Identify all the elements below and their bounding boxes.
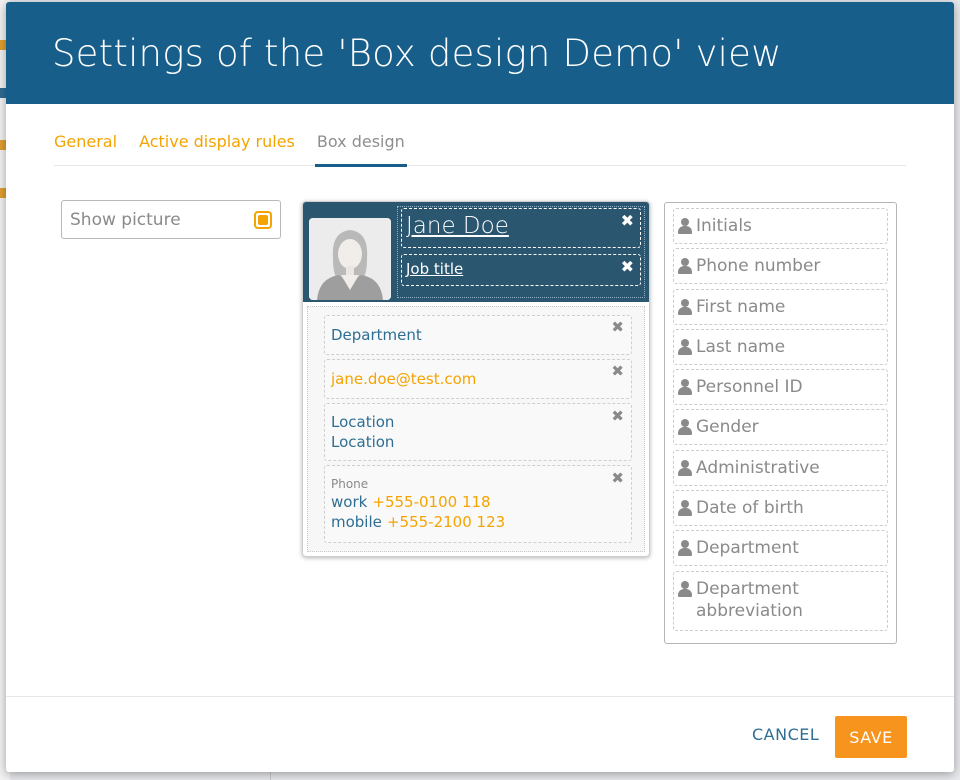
field-item-administrative[interactable]: Administrative	[673, 449, 888, 486]
field-item-label: Personnel ID	[696, 377, 803, 398]
field-item-label: Initials	[696, 216, 752, 236]
phone-label: Phone	[331, 477, 369, 491]
field-item-label: Date of birth	[696, 498, 804, 519]
location-line: Location	[331, 413, 395, 431]
remove-icon[interactable]: ✖	[611, 468, 624, 488]
remove-icon[interactable]: ✖	[621, 211, 634, 230]
person-icon	[678, 379, 692, 396]
tab-general[interactable]: General	[54, 120, 117, 166]
mobile-number[interactable]: +555-2100 123	[387, 513, 505, 531]
job-title-text: Job title	[406, 260, 464, 278]
email-text: jane.doe@test.com	[331, 370, 477, 388]
dialog-footer: CANCEL SAVE	[6, 696, 954, 772]
work-number[interactable]: +555-0100 118	[372, 493, 490, 511]
field-item-date-of-birth[interactable]: Date of birth	[673, 490, 888, 527]
remove-icon[interactable]: ✖	[611, 318, 624, 336]
dialog-header: Settings of the 'Box design Demo' view	[6, 2, 954, 104]
remove-icon[interactable]: ✖	[621, 257, 634, 276]
show-picture-toggle[interactable]: Show picture	[61, 200, 281, 239]
field-item-label: First name	[696, 296, 786, 317]
tab-bar: General Active display rules Box design	[54, 120, 906, 167]
remove-icon[interactable]: ✖	[611, 362, 624, 380]
person-icon	[678, 419, 692, 436]
person-icon	[678, 580, 692, 597]
department-text: Department	[331, 326, 422, 344]
mobile-label: mobile	[331, 513, 382, 531]
field-item-initials[interactable]: Initials	[673, 208, 888, 244]
show-picture-checkbox[interactable]	[254, 210, 272, 229]
name-text: Jane Doe	[406, 213, 509, 239]
name-field[interactable]: Jane Doe ✖	[401, 208, 641, 248]
job-title-field[interactable]: Job title ✖	[401, 254, 641, 286]
field-item-personnel-id[interactable]: Personnel ID	[673, 369, 888, 406]
person-icon	[678, 218, 692, 234]
field-item-department-abbreviation[interactable]: Department abbreviation	[673, 570, 888, 631]
person-icon	[678, 298, 692, 315]
mobile-phone-line: mobile +555-2100 123	[331, 512, 625, 532]
person-icon	[678, 500, 692, 517]
checkbox-checked-fill	[258, 214, 268, 225]
person-icon	[678, 338, 692, 355]
location-field[interactable]: Location Location ✖	[324, 403, 632, 461]
field-item-label: Administrative	[696, 457, 820, 478]
tab-box-design[interactable]: Box design	[314, 120, 407, 167]
field-item-department[interactable]: Department	[673, 530, 888, 567]
show-picture-label: Show picture	[70, 209, 181, 230]
settings-dialog: Settings of the 'Box design Demo' view G…	[6, 2, 954, 772]
location-line: Location	[331, 433, 395, 451]
dialog-title: Settings of the 'Box design Demo' view	[52, 31, 782, 75]
field-item-phone-number[interactable]: Phone number	[673, 248, 888, 285]
field-item-label: Department abbreviation	[696, 578, 803, 621]
field-item-label: Last name	[696, 336, 786, 357]
tab-active-display-rules[interactable]: Active display rules	[139, 120, 295, 166]
person-icon	[678, 258, 692, 275]
cancel-button[interactable]: CANCEL	[752, 725, 819, 744]
person-icon	[678, 540, 692, 557]
field-item-first-name[interactable]: First name	[673, 288, 888, 325]
field-item-gender[interactable]: Gender	[673, 409, 888, 446]
card-header: Jane Doe ✖ Job title ✖	[303, 202, 649, 302]
card-body: Department ✖ jane.doe@test.com ✖ Locatio…	[307, 306, 645, 552]
field-item-label: Department	[696, 538, 799, 559]
field-item-last-name[interactable]: Last name	[673, 328, 888, 365]
email-field[interactable]: jane.doe@test.com ✖	[324, 359, 632, 399]
person-photo-icon	[309, 218, 391, 300]
phone-field[interactable]: Phone work +555-0100 118 mobile +555-210…	[324, 465, 632, 543]
box-design-preview-card: Jane Doe ✖ Job title ✖ Department ✖ jane…	[302, 201, 650, 557]
save-button[interactable]: SAVE	[835, 716, 907, 758]
available-fields-list: Initials Phone number First name Last na…	[664, 202, 897, 644]
work-phone-line: work +555-0100 118	[331, 492, 625, 512]
department-field[interactable]: Department ✖	[324, 315, 632, 355]
avatar	[309, 218, 391, 300]
work-label: work	[331, 493, 368, 511]
remove-icon[interactable]: ✖	[611, 406, 624, 426]
field-item-label: Gender	[696, 417, 759, 438]
person-icon	[678, 459, 692, 476]
field-item-label: Phone number	[696, 256, 821, 277]
